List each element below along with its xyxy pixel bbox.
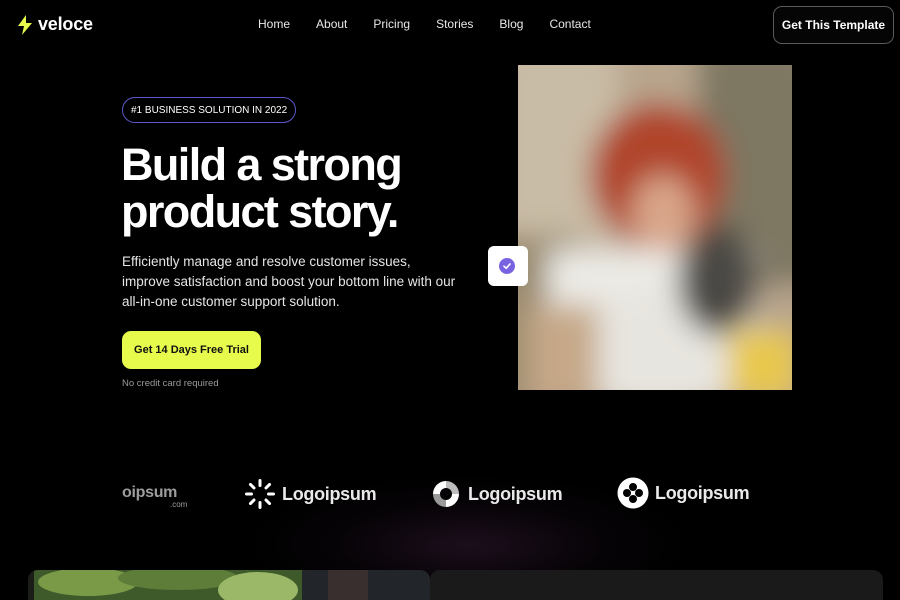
feature-content-card xyxy=(430,570,883,600)
get-template-button[interactable]: Get This Template xyxy=(773,6,894,44)
logo-ring: Logoipsum xyxy=(430,479,563,509)
sunburst-icon xyxy=(245,479,275,509)
client-logos: oipsum .com Logoipsum Logoipsum Logoipsu… xyxy=(0,470,900,520)
no-credit-card-note: No credit card required xyxy=(122,378,219,389)
logo-clover: Logoipsum xyxy=(617,477,750,509)
hero-headline: Build a strong product story. xyxy=(121,139,403,237)
feature-image-card xyxy=(28,570,430,600)
hero-subtext: Efficiently manage and resolve customer … xyxy=(122,254,456,309)
brand-logo[interactable]: veloce xyxy=(16,14,93,35)
check-badge-icon xyxy=(499,258,515,274)
logo-sunburst: Logoipsum xyxy=(244,478,377,510)
logo-clover-label: Logoipsum xyxy=(655,482,750,503)
hero-badge: #1 BUSINESS SOLUTION IN 2022 xyxy=(122,97,297,123)
nav-link-contact[interactable]: Contact xyxy=(549,17,590,31)
bolt-icon xyxy=(18,14,32,35)
nav-link-pricing[interactable]: Pricing xyxy=(373,17,410,31)
ring-icon xyxy=(433,481,459,507)
nav-link-about[interactable]: About xyxy=(316,17,347,31)
nav-link-stories[interactable]: Stories xyxy=(436,17,473,31)
logo-partial-label: oipsum xyxy=(122,484,178,501)
verification-card xyxy=(488,246,528,286)
nav-links: Home About Pricing Stories Blog Contact xyxy=(258,17,591,31)
clover-icon xyxy=(617,477,649,509)
logo-partial: oipsum xyxy=(122,484,177,502)
logo-partial-sub: .com xyxy=(170,500,188,509)
top-nav: veloce Home About Pricing Stories Blog C… xyxy=(0,0,900,50)
logo-ring-label: Logoipsum xyxy=(468,483,563,504)
hero-image xyxy=(518,65,792,390)
logo-sunburst-label: Logoipsum xyxy=(282,483,377,504)
nav-link-home[interactable]: Home xyxy=(258,17,290,31)
free-trial-button[interactable]: Get 14 Days Free Trial xyxy=(122,331,261,369)
nav-link-blog[interactable]: Blog xyxy=(499,17,523,31)
brand-name: veloce xyxy=(38,14,93,34)
